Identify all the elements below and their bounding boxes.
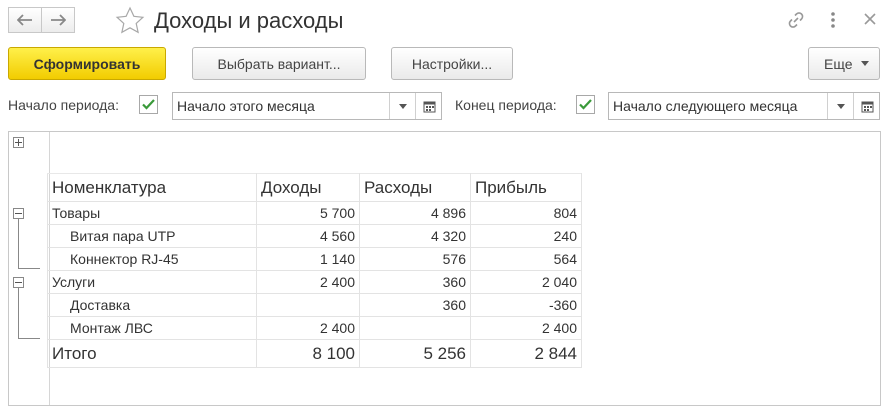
period-end-calendar[interactable] <box>853 93 880 119</box>
cell-name: Коннектор RJ-45 <box>47 247 257 271</box>
total-label: Итого <box>47 339 257 368</box>
total-income: 8 100 <box>256 339 360 368</box>
period-end-value: Начало следующего месяца <box>613 98 798 114</box>
link-button[interactable] <box>786 10 806 35</box>
cell-profit: 804 <box>470 201 582 225</box>
more-label: Еще <box>824 55 853 72</box>
header-nomenclature: Номенклатура <box>47 173 257 202</box>
cell-expense: 4 896 <box>359 201 471 225</box>
services-group-line-end <box>18 338 40 339</box>
total-expense: 5 256 <box>359 339 471 368</box>
cell-profit: 2 400 <box>470 316 582 340</box>
arrow-right-icon <box>51 14 66 26</box>
table-header-row: Номенклатура Доходы Расходы Прибыль <box>47 173 582 202</box>
cell-income: 4 560 <box>256 224 360 248</box>
header-profit: Прибыль <box>470 173 582 202</box>
table-row[interactable]: Товары 5 700 4 896 804 <box>47 201 582 225</box>
cell-income: 2 400 <box>256 270 360 294</box>
checkmark-icon <box>142 99 155 110</box>
cell-name: Услуги <box>47 270 257 294</box>
generate-button[interactable]: Сформировать <box>8 47 166 80</box>
cell-income: 1 140 <box>256 247 360 271</box>
cell-income <box>256 293 360 317</box>
period-start-dropdown[interactable] <box>389 93 416 119</box>
page-title: Доходы и расходы <box>154 8 344 33</box>
close-button[interactable] <box>863 12 877 31</box>
chevron-down-icon <box>860 61 869 66</box>
cell-expense: 360 <box>359 293 471 317</box>
table-row[interactable]: Доставка 360 -360 <box>47 293 582 317</box>
select-variant-button[interactable]: Выбрать вариант... <box>192 47 366 80</box>
table-row[interactable]: Монтаж ЛВС 2 400 2 400 <box>47 316 582 340</box>
period-end-select[interactable]: Начало следующего месяца <box>608 92 880 120</box>
calendar-icon <box>423 101 435 112</box>
favorite-button[interactable] <box>115 6 145 41</box>
period-start-label: Начало периода: <box>8 97 119 113</box>
cell-name: Товары <box>47 201 257 225</box>
collapse-services-toggle[interactable] <box>13 277 24 288</box>
more-button[interactable]: Еще <box>808 47 880 80</box>
period-start-value: Начало этого месяца <box>177 98 315 114</box>
total-profit: 2 844 <box>470 339 582 368</box>
cell-profit: 564 <box>470 247 582 271</box>
checkmark-icon <box>579 99 592 110</box>
link-icon <box>788 12 804 28</box>
period-start-calendar[interactable] <box>415 93 442 119</box>
period-start-select[interactable]: Начало этого месяца <box>172 92 442 120</box>
close-icon <box>864 13 876 25</box>
period-start-checkbox[interactable] <box>139 95 158 114</box>
goods-group-line <box>18 219 19 268</box>
cell-name: Витая пара UTP <box>47 224 257 248</box>
chevron-down-icon <box>399 103 407 109</box>
table-total-row[interactable]: Итого 8 100 5 256 2 844 <box>47 339 582 368</box>
cell-expense: 4 320 <box>359 224 471 248</box>
cell-expense: 360 <box>359 270 471 294</box>
forward-button[interactable] <box>41 7 75 33</box>
cell-income: 2 400 <box>256 316 360 340</box>
period-end-dropdown[interactable] <box>827 93 854 119</box>
period-end-label: Конец периода: <box>455 97 557 113</box>
cell-expense <box>359 316 471 340</box>
cell-name: Доставка <box>47 293 257 317</box>
expand-all-toggle[interactable] <box>13 137 24 148</box>
table-row[interactable]: Услуги 2 400 360 2 040 <box>47 270 582 294</box>
vertical-dots-icon <box>831 12 835 28</box>
settings-button[interactable]: Настройки... <box>391 47 513 80</box>
cell-profit: 2 040 <box>470 270 582 294</box>
goods-group-line-end <box>18 268 40 269</box>
cell-expense: 576 <box>359 247 471 271</box>
star-icon <box>115 6 145 34</box>
services-group-line <box>18 288 19 338</box>
period-end-checkbox[interactable] <box>576 95 595 114</box>
arrow-left-icon <box>17 14 32 26</box>
back-button[interactable] <box>8 7 42 33</box>
cell-profit: 240 <box>470 224 582 248</box>
collapse-goods-toggle[interactable] <box>13 208 24 219</box>
table-row[interactable]: Витая пара UTP 4 560 4 320 240 <box>47 224 582 248</box>
cell-name: Монтаж ЛВС <box>47 316 257 340</box>
more-actions-button[interactable] <box>829 10 837 30</box>
calendar-icon <box>861 101 873 112</box>
cell-income: 5 700 <box>256 201 360 225</box>
report-table: Номенклатура Доходы Расходы Прибыль Това… <box>47 173 582 368</box>
table-row[interactable]: Коннектор RJ-45 1 140 576 564 <box>47 247 582 271</box>
header-expense: Расходы <box>359 173 471 202</box>
chevron-down-icon <box>837 103 845 109</box>
cell-profit: -360 <box>470 293 582 317</box>
header-income: Доходы <box>256 173 360 202</box>
